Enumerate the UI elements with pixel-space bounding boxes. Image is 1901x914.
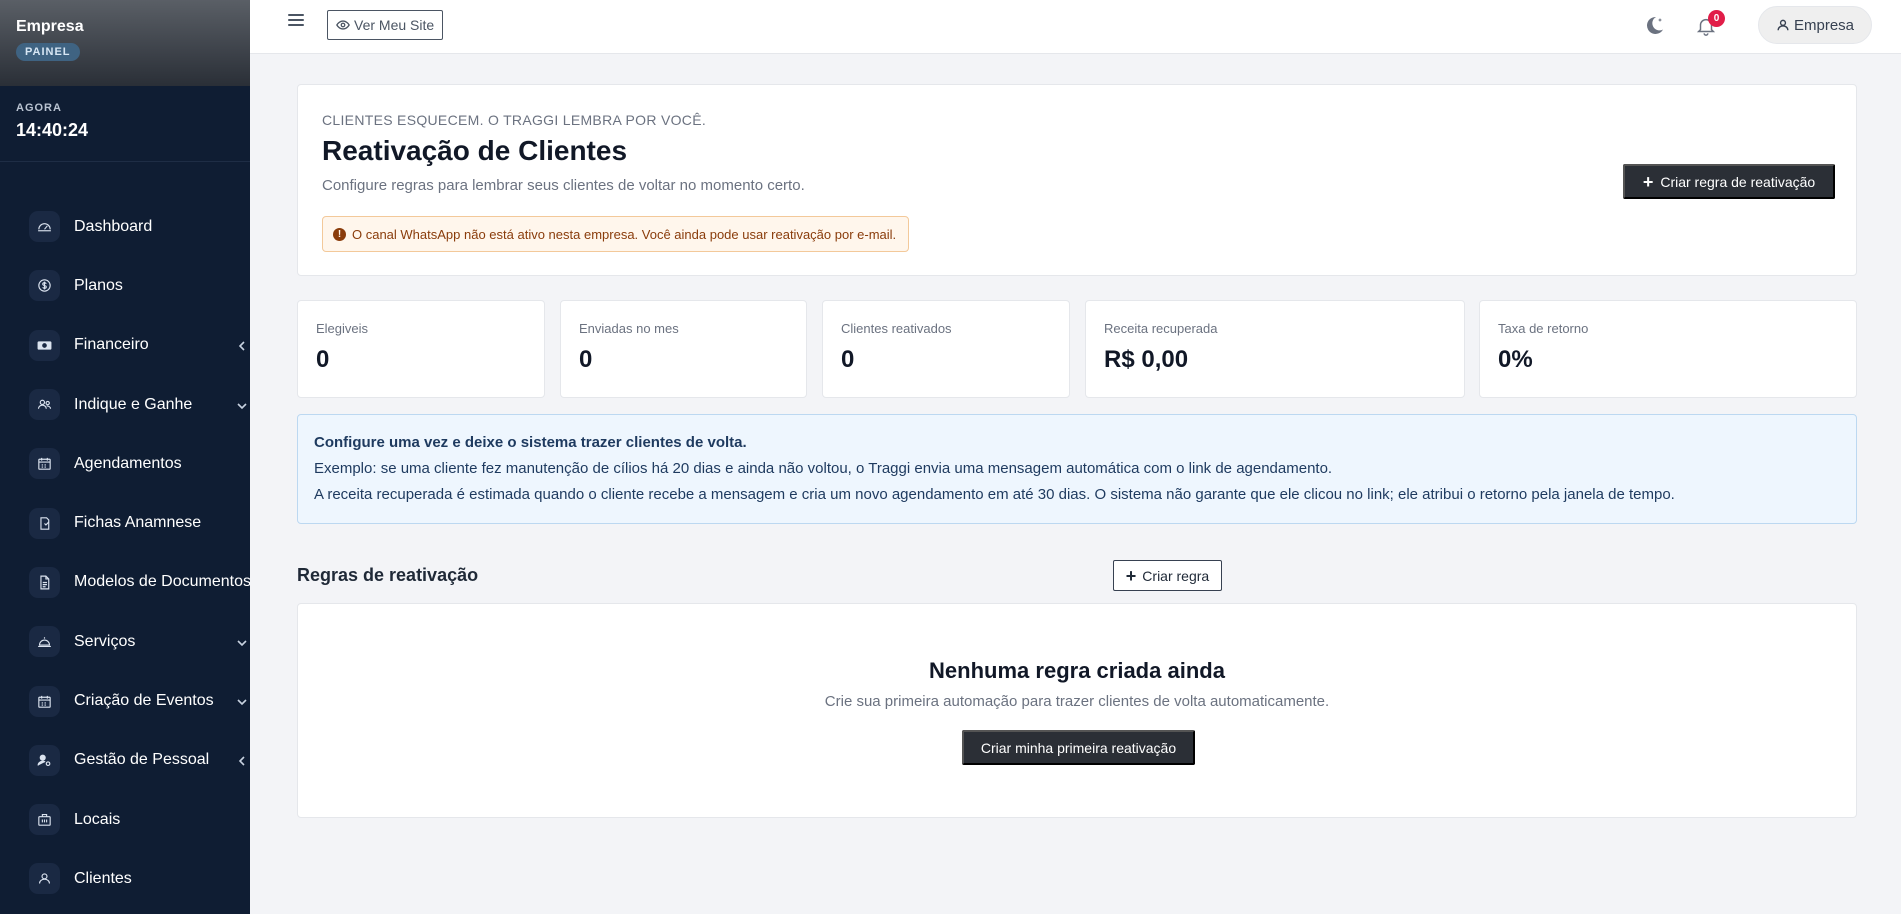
page-subtitle: Configure regras para lembrar seus clien… [322,177,805,194]
sidebar-item-label: Fichas Anamnese [74,514,202,532]
create-reactivation-rule-button[interactable]: + Criar regra de reativação [1623,164,1835,199]
stat-value: 0 [316,346,330,373]
stat-value: 0 [579,346,593,373]
info-line: A receita recuperada é estimada quando o… [314,486,1675,503]
sidebar-item-label: Indique e Ganhe [74,395,193,413]
document-icon [29,566,60,598]
sidebar-item-label: Locais [74,810,121,828]
rules-section-title: Regras de reativação [297,565,479,585]
chevron-down-icon [236,636,248,648]
create-rule-button-label: Criar regra [1142,567,1210,584]
sidebar-item-planos[interactable]: Planos [0,256,250,315]
info-line: Exemplo: se uma cliente fez manutenção d… [314,460,1333,477]
sidebar-item-locais[interactable]: Locais [0,790,250,849]
calendar-icon [29,448,60,480]
clock-time: 14:40:24 [16,120,89,140]
sidebar-item-label: Agendamentos [74,454,182,472]
stat-label: Taxa de retorno [1498,321,1589,336]
page-title: Reativação de Clientes [322,135,628,166]
sidebar-item-agendamentos[interactable]: Agendamentos [0,434,250,493]
brand-name: Empresa [16,18,84,35]
view-site-label: Ver Meu Site [354,17,435,33]
user-menu-label: Empresa [1793,16,1855,34]
create-rule-label: Criar regra de reativação [1660,173,1816,190]
sidebar-item-criacao-de-eventos[interactable]: Criação de Eventos [0,671,250,730]
sidebar-item-label: Clientes [74,869,132,887]
whatsapp-warning-alert: ! O canal WhatsApp não está ativo nesta … [322,216,910,252]
chevron-left-icon [236,754,248,766]
building-icon [29,804,60,836]
dark-mode-moon-icon[interactable] [1642,14,1666,38]
alert-text: O canal WhatsApp não está ativo nesta em… [352,226,897,242]
user-icon [29,863,60,895]
service-bell-icon [29,626,60,658]
sidebar-item-label: Gestão de Pessoal [74,751,210,769]
user-icon [1777,19,1789,31]
stat-label: Clientes reativados [841,321,952,336]
brand-badge: PAINEL [16,43,80,61]
sidebar-item-label: Criação de Eventos [74,692,214,710]
sidebar-item-label: Financeiro [74,336,149,354]
stat-card-elegiveis: Elegiveis 0 [297,300,545,398]
create-first-reactivation-button[interactable]: Criar minha primeira reativação [962,730,1195,765]
chevron-down-icon [236,695,248,707]
stat-value: 0 [841,346,855,373]
chevron-down-icon [236,399,248,411]
brand-header: Empresa PAINEL [0,0,250,86]
eye-icon [336,20,350,30]
user-menu-button[interactable]: Empresa [1758,6,1872,44]
clock-label: AGORA [16,102,62,114]
stat-card-reativados: Clientes reativados 0 [822,300,1070,398]
chevron-left-icon [236,339,248,351]
sidebar-item-financeiro[interactable]: Financeiro [0,316,250,375]
view-site-button[interactable]: Ver Meu Site [327,10,444,40]
hero-eyebrow: CLIENTES ESQUECEM. O TRAGGI LEMBRA POR V… [322,112,707,128]
sidebar-item-fichas-anamnese[interactable]: Fichas Anamnese [0,493,250,552]
exclamation-circle-icon: ! [333,227,346,241]
empty-state-subtitle: Crie sua primeira automação para trazer … [824,693,1330,710]
empty-state-title: Nenhuma regra criada ainda [929,658,1225,683]
money-bill-icon [29,329,60,361]
create-rule-button[interactable]: + Criar regra [1113,560,1222,591]
stat-card-receita: Receita recuperada R$ 0,00 [1085,300,1465,398]
notification-badge: 0 [1708,10,1725,27]
sidebar: Empresa PAINEL AGORA 14:40:24 Dashboard … [0,0,250,914]
stat-value: 0% [1498,346,1533,373]
sidebar-menu: Dashboard Planos Financeiro Indique e Ga… [0,197,250,909]
hero-card: CLIENTES ESQUECEM. O TRAGGI LEMBRA POR V… [297,84,1857,276]
sidebar-item-label: Modelos de Documentos [74,573,250,591]
user-gear-icon [29,744,60,776]
sidebar-item-servicos[interactable]: Serviços [0,612,250,671]
info-box: Configure uma vez e deixe o sistema traz… [297,414,1857,524]
plus-icon: + [1642,171,1654,192]
stat-card-enviadas: Enviadas no mes 0 [560,300,807,398]
dollar-circle-icon [29,270,60,302]
gauge-icon [29,211,60,243]
stat-value: R$ 0,00 [1104,346,1189,373]
topbar: Ver Meu Site 0 Empresa [250,0,1901,54]
menu-toggle-icon[interactable] [288,14,304,30]
users-icon [29,389,60,421]
stat-label: Enviadas no mes [579,321,679,336]
stat-card-taxa: Taxa de retorno 0% [1479,300,1857,398]
sidebar-item-dashboard[interactable]: Dashboard [0,197,250,256]
empty-state-card: Nenhuma regra criada ainda Crie sua prim… [297,603,1857,818]
sidebar-item-gestao-de-pessoal[interactable]: Gestão de Pessoal [0,731,250,790]
sidebar-item-label: Dashboard [74,217,153,235]
calendar-icon [29,685,60,717]
sidebar-item-label: Planos [74,276,123,294]
plus-icon: + [1125,565,1137,586]
clock-panel: AGORA 14:40:24 [0,86,250,162]
sidebar-item-clientes[interactable]: Clientes [0,849,250,908]
stat-label: Elegiveis [316,321,369,336]
stat-label: Receita recuperada [1104,321,1218,336]
sidebar-item-modelos-de-documentos[interactable]: Modelos de Documentos [0,553,250,612]
clipboard-icon [29,507,60,539]
sidebar-item-label: Serviços [74,632,136,650]
info-title: Configure uma vez e deixe o sistema traz… [314,434,747,451]
sidebar-item-indique-e-ganhe[interactable]: Indique e Ganhe [0,375,250,434]
